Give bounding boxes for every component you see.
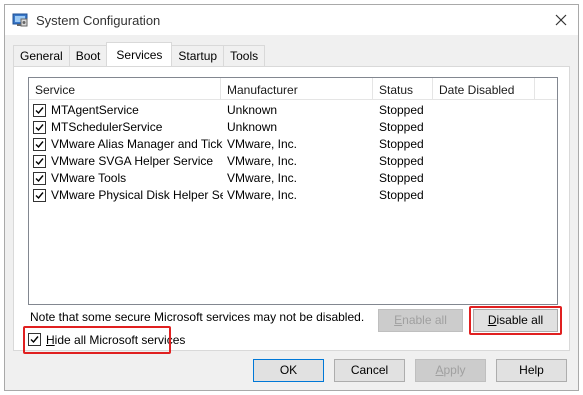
service-name: VMware Tools (51, 171, 127, 185)
service-checkbox[interactable] (33, 155, 46, 168)
service-checkbox[interactable] (33, 121, 46, 134)
service-checkbox[interactable] (33, 189, 46, 202)
service-manufacturer: VMware, Inc. (227, 188, 298, 202)
service-name: MTAgentService (51, 103, 139, 117)
secure-services-note: Note that some secure Microsoft services… (30, 310, 365, 324)
window-title: System Configuration (36, 13, 161, 28)
services-panel: Service Manufacturer Status Date Disable… (13, 66, 570, 354)
tab-tools[interactable]: Tools (223, 45, 266, 66)
service-date-disabled (439, 136, 535, 153)
service-checkbox[interactable] (33, 138, 46, 151)
service-status: Stopped (379, 103, 424, 117)
tab-services[interactable]: Services (106, 42, 173, 66)
enable-all-button[interactable]: Enable all (378, 309, 463, 332)
service-name: MTSchedulerService (51, 120, 163, 134)
service-checkbox[interactable] (33, 172, 46, 185)
cancel-button[interactable]: Cancel (334, 359, 405, 382)
service-status: Stopped (379, 188, 424, 202)
tab-boot[interactable]: Boot (68, 45, 108, 66)
services-list[interactable]: Service Manufacturer Status Date Disable… (28, 77, 558, 305)
help-button[interactable]: Help (496, 359, 567, 382)
service-manufacturer: Unknown (227, 103, 278, 117)
hide-microsoft-services-highlight (23, 326, 171, 354)
service-date-disabled (439, 119, 535, 136)
service-name: VMware Physical Disk Helper Ser... (51, 188, 223, 202)
service-date-disabled (439, 153, 535, 170)
tab-startup[interactable]: Startup (171, 45, 225, 66)
disable-all-highlight (469, 306, 562, 335)
service-name: VMware Alias Manager and Ticke... (51, 137, 223, 151)
service-status: Stopped (379, 137, 424, 151)
service-status: Stopped (379, 120, 424, 134)
service-manufacturer: VMware, Inc. (227, 154, 298, 168)
service-date-disabled (439, 187, 535, 204)
service-manufacturer: Unknown (227, 120, 278, 134)
service-manufacturer: VMware, Inc. (227, 137, 298, 151)
service-date-disabled (439, 102, 535, 119)
table-row[interactable]: VMware SVGA Helper Service VMware, Inc. … (29, 153, 557, 170)
service-manufacturer: VMware, Inc. (227, 171, 298, 185)
close-icon[interactable] (552, 11, 570, 29)
table-row[interactable]: MTAgentService Unknown Stopped (29, 102, 557, 119)
service-status: Stopped (379, 154, 424, 168)
service-name: VMware SVGA Helper Service (51, 154, 214, 168)
table-row[interactable]: VMware Physical Disk Helper Ser... VMwar… (29, 187, 557, 204)
table-row[interactable]: MTSchedulerService Unknown Stopped (29, 119, 557, 136)
column-header-manufacturer[interactable]: Manufacturer (221, 78, 373, 100)
table-row[interactable]: VMware Alias Manager and Ticke... VMware… (29, 136, 557, 153)
column-header-service[interactable]: Service (29, 78, 221, 100)
column-header-date-disabled[interactable]: Date Disabled (433, 78, 535, 100)
ok-button[interactable]: OK (253, 359, 324, 382)
list-header: Service Manufacturer Status Date Disable… (29, 78, 557, 100)
service-status: Stopped (379, 171, 424, 185)
service-date-disabled (439, 170, 535, 187)
column-header-status[interactable]: Status (373, 78, 433, 100)
tab-bar: General Boot Services Startup Tools (13, 42, 266, 67)
apply-button[interactable]: Apply (415, 359, 486, 382)
table-row[interactable]: VMware Tools VMware, Inc. Stopped (29, 170, 557, 187)
system-configuration-window: System Configuration General Boot Servic… (4, 4, 579, 391)
msconfig-icon (12, 13, 28, 27)
tab-general[interactable]: General (13, 45, 70, 66)
service-checkbox[interactable] (33, 104, 46, 117)
title-bar: System Configuration (5, 5, 578, 35)
